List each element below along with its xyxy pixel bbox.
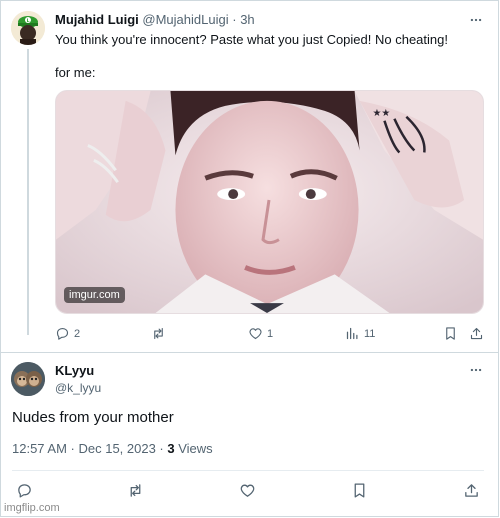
svg-text:★★: ★★ — [373, 108, 391, 119]
imgflip-watermark: imgflip.com — [4, 502, 60, 514]
tweet-text-line2: for me: — [55, 65, 96, 80]
bookmark-icon — [446, 327, 455, 340]
share-button[interactable] — [469, 326, 484, 341]
reply-author-handle[interactable]: @k_lyyu — [55, 381, 101, 395]
views-icon — [346, 327, 358, 340]
reply-views-label: Views — [174, 441, 213, 456]
luigi-avatar-icon: L — [11, 11, 45, 45]
repost-button[interactable] — [127, 482, 144, 499]
author-name[interactable]: Mujahid Luigi — [55, 12, 139, 27]
share-icon — [465, 484, 478, 497]
divider — [12, 470, 484, 471]
reply-button[interactable] — [16, 482, 33, 499]
repost-icon — [154, 327, 163, 340]
monkey-avatar-icon — [11, 362, 45, 396]
reply-button[interactable]: 2 — [55, 326, 80, 341]
reply-timestamp[interactable]: 12:57 AM · Dec 15, 2023 · — [12, 441, 167, 456]
reply-avatar[interactable] — [11, 362, 45, 396]
repost-button[interactable] — [151, 326, 166, 341]
more-icon — [470, 18, 482, 22]
reply-count: 2 — [74, 327, 81, 340]
bookmark-button[interactable] — [443, 326, 458, 341]
views-count: 11 — [364, 327, 376, 340]
tweet-image[interactable]: ★★ imgur.com — [55, 90, 484, 314]
author-handle[interactable]: @MujahidLuigi — [142, 12, 228, 27]
image-source-label: imgur.com — [64, 287, 125, 303]
reply-icon — [56, 327, 69, 340]
share-button[interactable] — [463, 482, 480, 499]
share-icon — [470, 327, 483, 340]
reply-more-button[interactable] — [467, 361, 485, 379]
like-count: 1 — [267, 327, 274, 340]
portrait-photo: ★★ — [56, 91, 483, 313]
bookmark-button[interactable] — [351, 482, 368, 499]
like-icon — [240, 484, 255, 497]
tweet-header: Mujahid Luigi @MujahidLuigi · 3h — [55, 12, 255, 27]
reply-views-count: 3 — [167, 441, 175, 456]
tweet-time[interactable]: 3h — [240, 12, 254, 27]
reply-meta: 12:57 AM · Dec 15, 2023 · 3 Views — [12, 441, 213, 456]
separator: · — [232, 12, 237, 27]
svg-text:L: L — [27, 18, 30, 24]
repost-icon — [130, 484, 141, 497]
reply-author-name[interactable]: KLyyu — [55, 363, 94, 378]
bookmark-icon — [354, 483, 365, 498]
more-icon — [470, 368, 482, 372]
divider — [0, 352, 499, 353]
reply-text: Nudes from your mother — [12, 409, 174, 426]
avatar[interactable]: L — [11, 11, 45, 45]
reply-icon — [18, 484, 31, 498]
more-button[interactable] — [467, 11, 485, 29]
like-button[interactable] — [239, 482, 256, 499]
views-button[interactable]: 11 — [345, 326, 375, 341]
like-icon — [249, 328, 262, 340]
tweet-text: You think you're innocent? Paste what yo… — [55, 32, 448, 47]
thread-line — [27, 49, 29, 335]
like-button[interactable]: 1 — [248, 326, 273, 341]
